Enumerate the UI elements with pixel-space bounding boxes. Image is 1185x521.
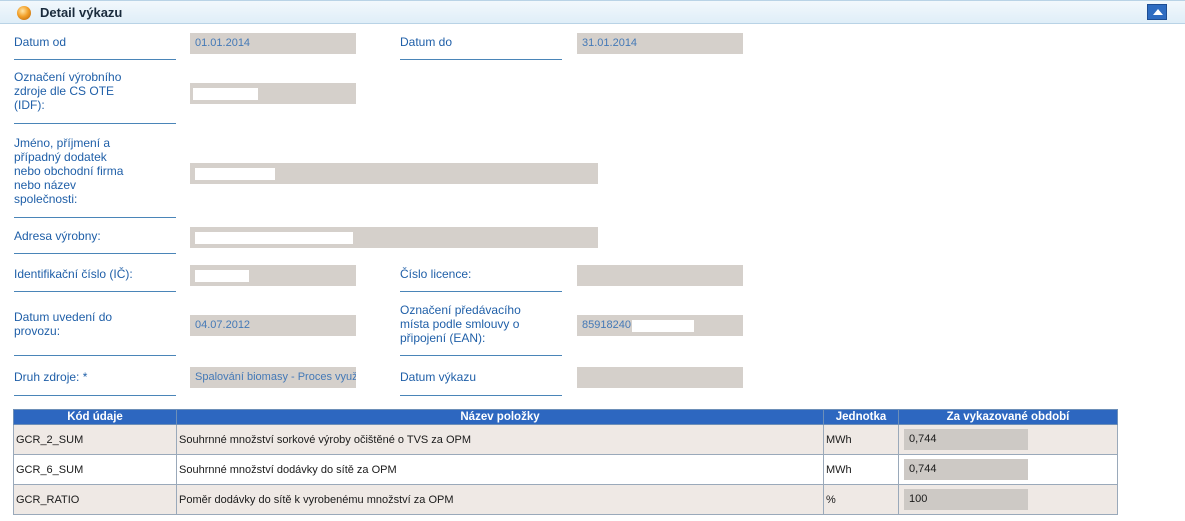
redaction — [195, 168, 275, 180]
redaction — [193, 88, 258, 100]
row-value-cell: 0,744 — [898, 424, 1118, 455]
field-uvedeni[interactable]: 04.07.2012 — [190, 315, 356, 336]
row-unit: MWh — [823, 424, 899, 455]
label-druh: Druh zdroje: * — [14, 370, 176, 396]
row-value-cell: 0,744 — [898, 454, 1118, 485]
table-row: GCR_2_SUM Souhrnné množství sorkové výro… — [13, 424, 1118, 455]
label-licence: Číslo licence: — [400, 267, 562, 292]
label-datum-do: Datum do — [400, 35, 562, 60]
table-row: GCR_6_SUM Souhrnné množství dodávky do s… — [13, 454, 1118, 485]
collapse-button[interactable] — [1147, 4, 1167, 20]
row-unit: % — [823, 484, 899, 515]
field-datum-do[interactable]: 31.01.2014 — [577, 33, 743, 54]
redaction — [195, 270, 249, 282]
row-code: GCR_RATIO — [13, 484, 177, 515]
collapse-arrow-icon — [1153, 9, 1163, 15]
row-name: Souhrnné množství sorkové výroby očištěn… — [176, 424, 824, 455]
redaction — [195, 232, 353, 244]
row-name: Souhrnné množství dodávky do sítě za OPM — [176, 454, 824, 485]
column-header: Jednotka — [823, 409, 899, 425]
label-uvedeni: Datum uvedení do provozu: — [14, 310, 176, 356]
row-value[interactable]: 0,744 — [904, 459, 1028, 480]
row-code: GCR_2_SUM — [13, 424, 177, 455]
orb-icon — [17, 6, 31, 20]
label-ean: Označení předávacího místa podle smlouvy… — [400, 303, 562, 356]
row-unit: MWh — [823, 454, 899, 485]
field-datum-vykazu[interactable] — [577, 367, 743, 388]
label-idf: Označení výrobního zdroje dle CS OTE (ID… — [14, 70, 176, 124]
field-datum-od[interactable]: 01.01.2014 — [190, 33, 356, 54]
row-value[interactable]: 0,744 — [904, 429, 1028, 450]
label-adresa: Adresa výrobny: — [14, 229, 176, 254]
data-table: Kód údaje Název položky Jednotka Za vyka… — [13, 409, 1118, 515]
label-datum-od: Datum od — [14, 35, 176, 60]
redaction — [632, 320, 694, 332]
panel-title: Detail výkazu — [40, 5, 123, 20]
field-licence[interactable] — [577, 265, 743, 286]
label-jmeno: Jméno, příjmení a případný dodatek nebo … — [14, 136, 176, 218]
label-ic: Identifikační číslo (IČ): — [14, 267, 176, 292]
panel-header: Detail výkazu — [0, 0, 1185, 24]
row-name: Poměr dodávky do sítě k vyrobenému množs… — [176, 484, 824, 515]
row-value-cell: 100 — [898, 484, 1118, 515]
column-header: Kód údaje — [13, 409, 177, 425]
column-header: Za vykazované období — [898, 409, 1118, 425]
label-datum-vykazu: Datum výkazu — [400, 370, 562, 396]
column-header: Název položky — [176, 409, 824, 425]
row-value[interactable]: 100 — [904, 489, 1028, 510]
field-druh[interactable]: Spalování biomasy - Proces využi — [190, 367, 356, 388]
row-code: GCR_6_SUM — [13, 454, 177, 485]
table-row: GCR_RATIO Poměr dodávky do sítě k vyrobe… — [13, 484, 1118, 515]
table-header-row: Kód údaje Název položky Jednotka Za vyka… — [13, 409, 1118, 425]
